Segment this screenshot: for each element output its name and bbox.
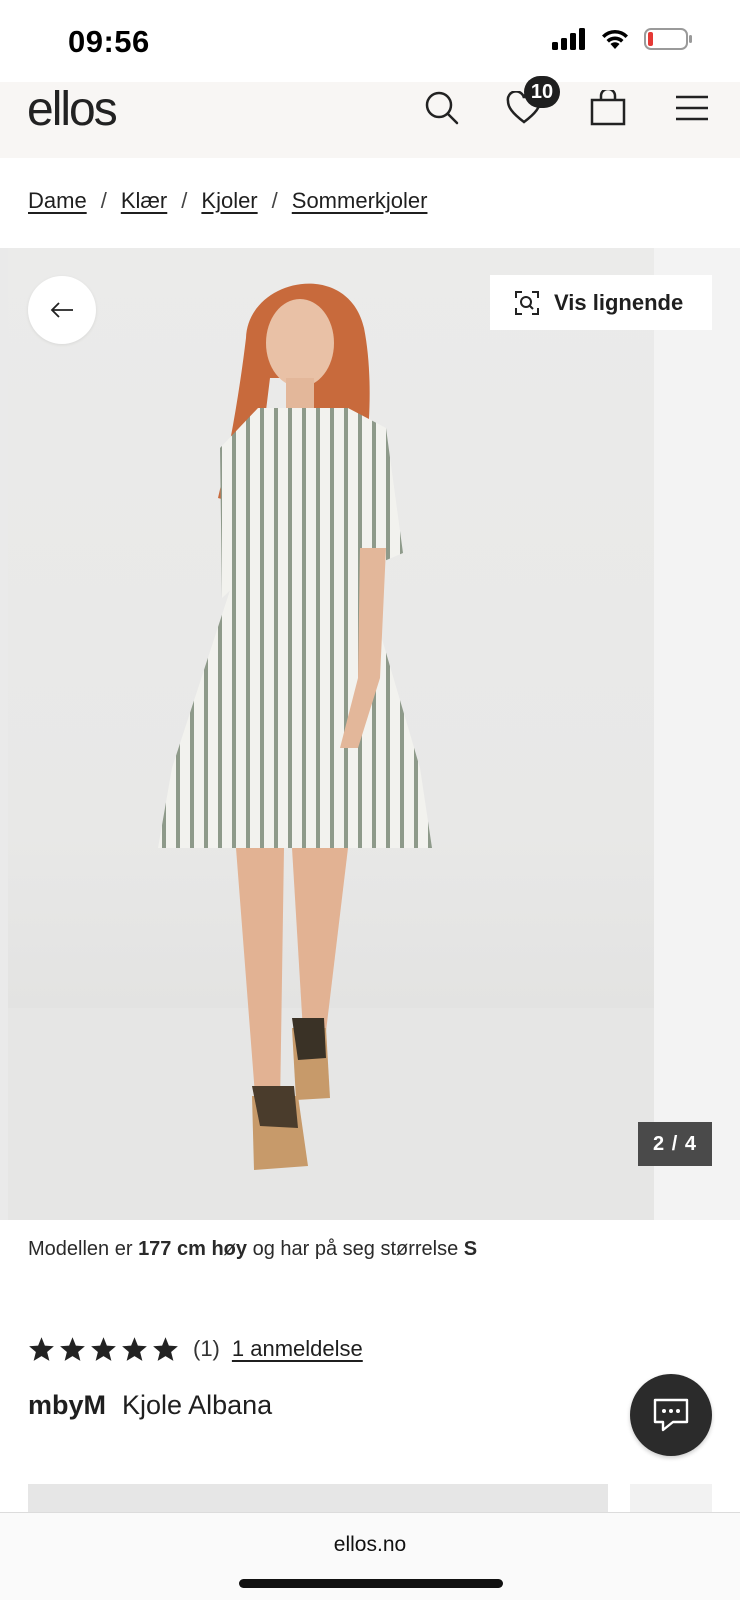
- breadcrumb-kjoler[interactable]: Kjoler: [201, 188, 257, 214]
- breadcrumb-sommerkjoler[interactable]: Sommerkjoler: [292, 188, 428, 214]
- bag-icon[interactable]: [588, 88, 628, 128]
- model-info-prefix: Modellen er: [28, 1238, 139, 1260]
- star-icon: [29, 1337, 54, 1361]
- show-similar-button[interactable]: Vis lignende: [490, 275, 712, 330]
- model-info-middle: og har på seg størrelse: [247, 1238, 464, 1260]
- signal-icon: [552, 28, 585, 50]
- star-icon: [60, 1337, 85, 1361]
- home-indicator[interactable]: [239, 1579, 503, 1588]
- rating-row: (1) 1 anmeldelse: [28, 1336, 363, 1362]
- battery-icon: [644, 28, 692, 50]
- ellos-logo[interactable]: ellos: [27, 82, 118, 137]
- visual-search-icon: [515, 290, 539, 315]
- reviews-link[interactable]: 1 anmeldelse: [232, 1336, 363, 1362]
- breadcrumb-separator: /: [271, 188, 278, 213]
- wifi-icon: [602, 29, 628, 49]
- status-bar: 09:56: [0, 0, 740, 82]
- chat-button[interactable]: [630, 1374, 712, 1456]
- menu-icon[interactable]: [672, 88, 712, 128]
- show-similar-label: Vis lignende: [554, 289, 684, 315]
- product-name: Kjole Albana: [122, 1390, 273, 1420]
- browser-url[interactable]: ellos.no: [0, 1533, 740, 1557]
- breadcrumb-dame[interactable]: Dame: [28, 188, 87, 214]
- status-time: 09:56: [68, 24, 150, 59]
- back-button[interactable]: [28, 276, 96, 344]
- product-photo[interactable]: [8, 248, 654, 1220]
- model-size: S: [463, 1238, 478, 1260]
- star-icon: [122, 1337, 147, 1361]
- next-photo-peek[interactable]: [654, 248, 740, 1220]
- star-icon: [153, 1337, 178, 1361]
- search-icon[interactable]: [422, 88, 462, 128]
- chat-icon: [653, 1398, 689, 1432]
- product-title: mbyM Kjole Albana: [28, 1390, 272, 1421]
- breadcrumb-klaer[interactable]: Klær: [121, 188, 167, 214]
- model-info: Modellen er 177 cm høy og har på seg stø…: [28, 1238, 477, 1261]
- star-icon: [91, 1337, 116, 1361]
- breadcrumb: Dame / Klær / Kjoler / Sommerkjoler: [28, 188, 427, 214]
- image-counter: 2 / 4: [638, 1122, 712, 1166]
- site-header: ellos 10: [0, 76, 740, 158]
- breadcrumb-separator: /: [100, 188, 107, 213]
- model-figure: [158, 283, 432, 1170]
- wishlist-count-badge: 10: [524, 76, 560, 108]
- breadcrumb-separator: /: [181, 188, 188, 213]
- rating-count: (1): [193, 1336, 220, 1361]
- product-brand[interactable]: mbyM: [28, 1390, 106, 1421]
- model-height: 177 cm høy: [138, 1238, 248, 1260]
- browser-bottom-bar: ellos.no: [0, 1512, 740, 1600]
- arrow-left-icon: [50, 302, 73, 318]
- status-icons: [552, 28, 692, 50]
- rating-stars[interactable]: [28, 1336, 179, 1362]
- product-image-gallery[interactable]: Vis lignende 2 / 4: [0, 248, 740, 1220]
